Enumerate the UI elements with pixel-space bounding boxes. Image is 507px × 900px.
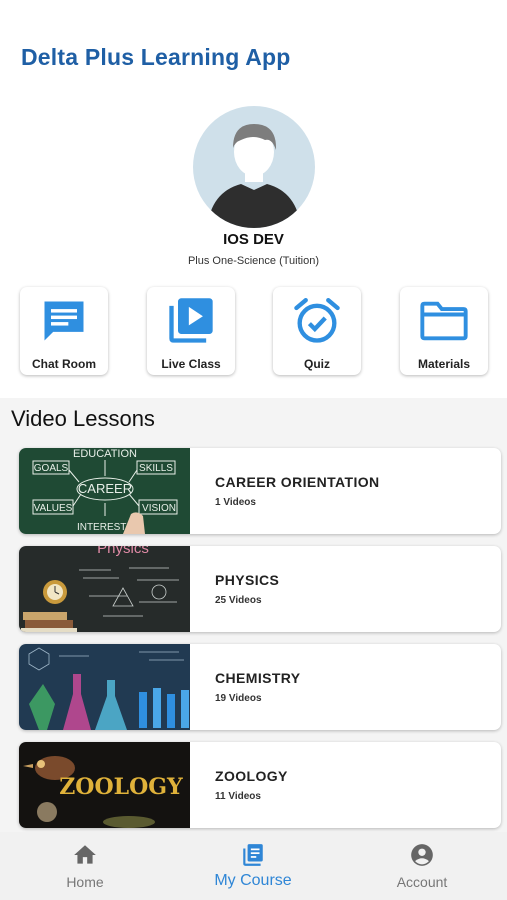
quiz-label: Quiz (304, 357, 330, 371)
user-name: IOS DEV (223, 231, 284, 248)
lesson-video-count: 1 Videos (215, 497, 256, 508)
lesson-card-physics[interactable]: Physics PHYSICS 25 Videos (19, 546, 501, 632)
app-title: Delta Plus Learning App (21, 44, 291, 70)
nav-my-course[interactable]: My Course (183, 832, 323, 900)
thumb-text-education: EDUCATION (73, 448, 137, 460)
nav-home[interactable]: Home (15, 832, 155, 900)
materials-button[interactable]: Materials (400, 287, 488, 375)
lesson-video-count: 25 Videos (215, 595, 262, 606)
materials-label: Materials (417, 357, 471, 371)
lesson-title: CHEMISTRY (215, 670, 301, 686)
chat-room-label: Chat Room (32, 357, 96, 371)
nav-account[interactable]: Account (352, 832, 492, 900)
user-course: Plus One-Science (Tuition) (187, 255, 320, 267)
person-silhouette-icon (207, 124, 301, 228)
quiz-button[interactable]: Quiz (273, 287, 361, 375)
lesson-title: PHYSICS (215, 572, 280, 588)
live-class-label: Live Class (161, 357, 221, 371)
book-icon (243, 844, 263, 866)
lesson-video-count: 19 Videos (215, 693, 262, 704)
nav-home-label: Home (66, 874, 104, 890)
profile-header: Delta Plus Learning App IOS DEV Plus One… (0, 0, 507, 398)
thumb-text-vision: VISION (142, 503, 176, 514)
live-class-button[interactable]: Live Class (147, 287, 235, 375)
home-icon (74, 845, 96, 864)
lesson-card-zoology[interactable]: ZOOLOGY ZOOLOGY 11 Videos (19, 742, 501, 828)
lesson-card-career-orientation[interactable]: EDUCATION GOALS SKILLS CAREER VALUES VIS… (19, 448, 501, 534)
lesson-card-chemistry[interactable]: CHEMISTRY 19 Videos (19, 644, 501, 730)
account-circle-icon (411, 844, 433, 866)
video-lessons-heading: Video Lessons (11, 406, 155, 431)
zoology-thumbnail: ZOOLOGY (19, 742, 190, 828)
chat-room-button[interactable]: Chat Room (20, 287, 108, 375)
thumb-text-zoology: ZOOLOGY (59, 774, 183, 800)
thumb-text-physics: Physics (97, 546, 149, 557)
chat-icon (44, 301, 84, 341)
video-library-icon (169, 298, 213, 343)
thumb-text-values: VALUES (34, 503, 73, 514)
alarm-check-icon (294, 298, 340, 343)
physics-chalkboard-thumbnail: Physics (19, 546, 190, 632)
career-chalkboard-thumbnail: EDUCATION GOALS SKILLS CAREER VALUES VIS… (19, 448, 190, 534)
lesson-title: CAREER ORIENTATION (215, 474, 380, 490)
thumb-text-skills: SKILLS (139, 463, 173, 474)
lesson-video-count: 11 Videos (215, 791, 261, 802)
nav-account-label: Account (396, 874, 448, 890)
nav-my-course-label: My Course (214, 872, 292, 889)
thumb-text-goals: GOALS (34, 463, 69, 474)
thumb-text-career: CAREER (78, 481, 132, 496)
avatar[interactable] (193, 106, 315, 228)
bottom-navigation: Home My Course Account (0, 832, 507, 900)
lesson-title: ZOOLOGY (215, 768, 288, 784)
folder-icon (420, 301, 468, 341)
chemistry-lab-thumbnail (19, 644, 190, 730)
